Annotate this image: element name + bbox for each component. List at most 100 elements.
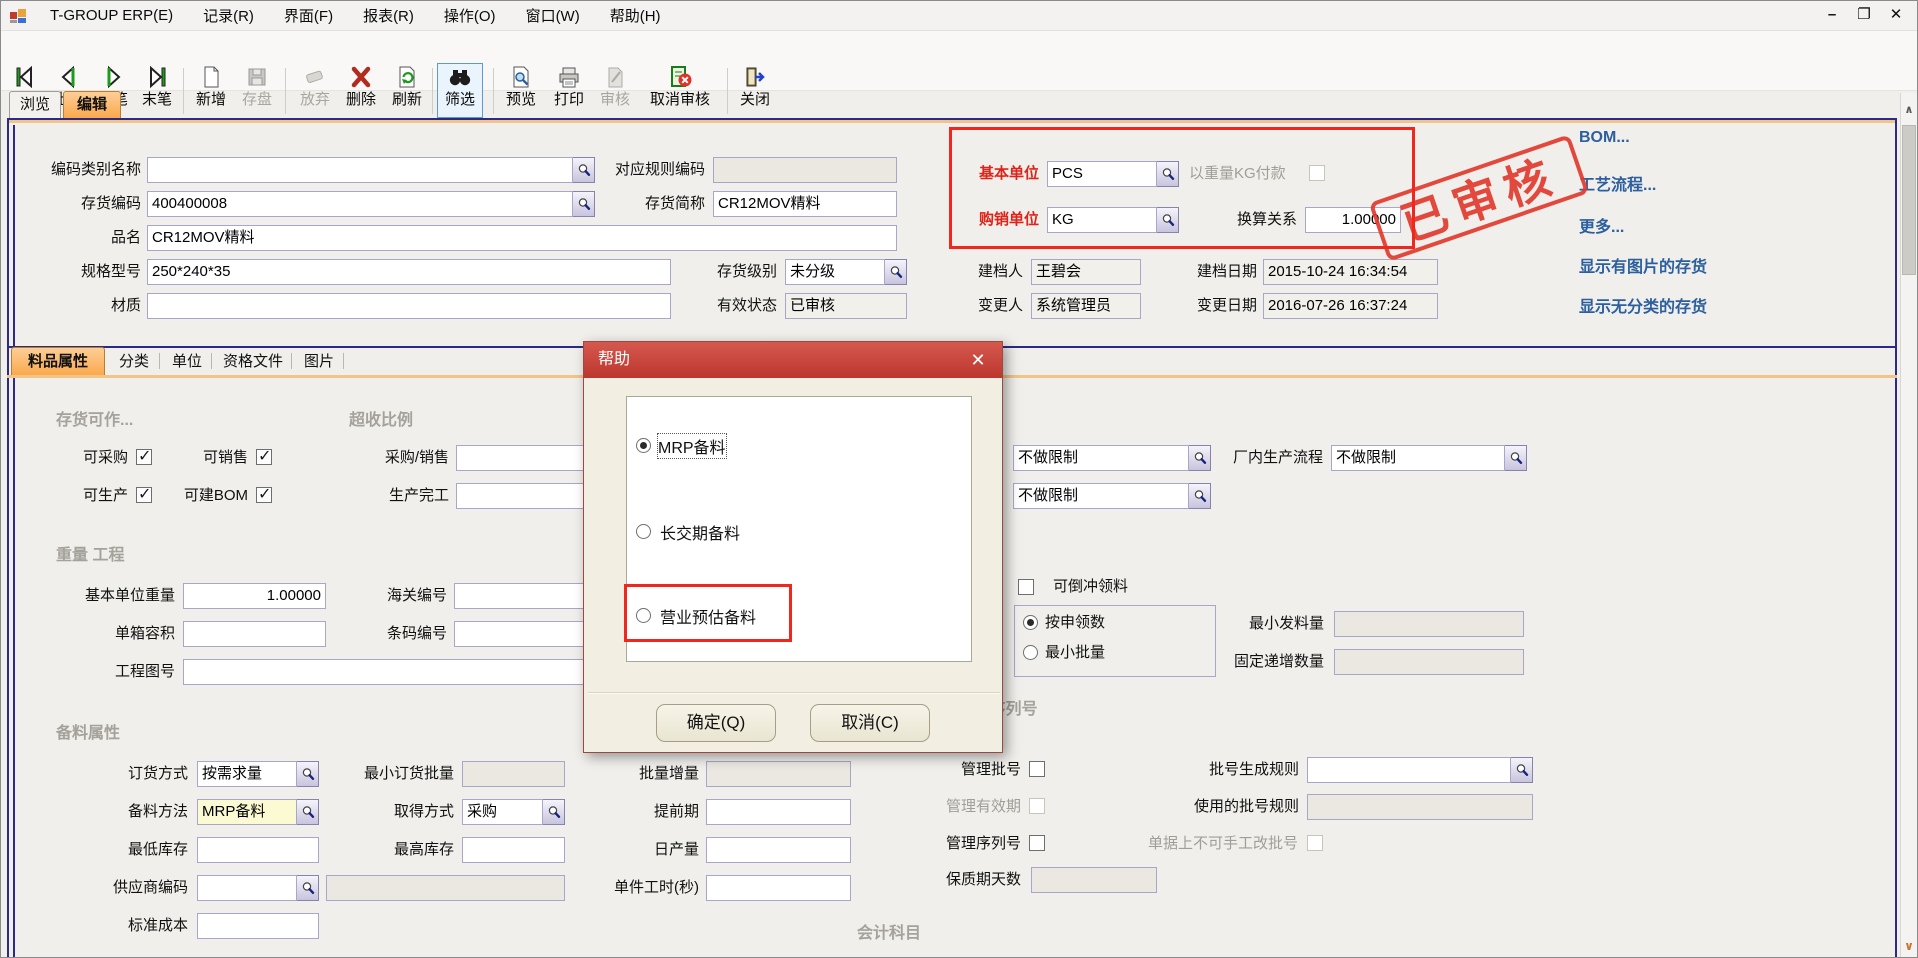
material-value[interactable] [147,293,671,319]
order-mode-value[interactable]: 按需求量 [197,761,297,787]
acquire-mode-field[interactable]: 采购 [462,799,565,825]
box-volume-value[interactable] [183,621,326,647]
new-button[interactable]: 新增 [189,64,233,119]
base-weight-field[interactable]: 1.00000 [183,583,326,609]
unit-work-time-field[interactable] [706,875,851,901]
restore-button[interactable]: ❐ [1851,3,1877,27]
product-name-value[interactable]: CR12MOV精料 [147,225,897,251]
mrp-prep-radio[interactable] [636,438,651,453]
tab-browse[interactable]: 浏览 [9,91,61,118]
mrp-prep-label[interactable]: MRP备料 [658,434,726,458]
close-form-button[interactable]: 关闭 [733,64,777,119]
cancel-audit-button[interactable]: 取消审核 [639,64,721,119]
scrollbar-thumb[interactable] [1902,125,1916,275]
daily-output-field[interactable] [706,837,851,863]
lookup-icon[interactable] [543,799,565,825]
tab-edit[interactable]: 编辑 [63,91,121,118]
factory-flow-field[interactable]: 不做限制 [1331,445,1527,471]
menu-window[interactable]: 窗口(W) [511,1,595,30]
manage-batch-checkbox[interactable] [1029,761,1045,777]
subtab-picture[interactable]: 图片 [295,348,343,376]
drawing-no-field[interactable] [183,659,611,685]
subtab-item-attr[interactable]: 料品属性 [11,347,105,375]
spec-value[interactable]: 250*240*35 [147,259,671,285]
print-button[interactable]: 打印 [547,64,591,119]
long-lead-prep-label[interactable]: 长交期备料 [660,520,740,544]
can-sell-checkbox[interactable] [256,449,272,465]
restrict-b-field[interactable]: 不做限制 [1013,483,1211,509]
lead-time-value[interactable] [706,799,851,825]
subtab-qualification[interactable]: 资格文件 [215,348,291,376]
base-unit-value[interactable]: PCS [1047,161,1157,187]
lookup-icon[interactable] [297,761,319,787]
lookup-icon[interactable] [1511,757,1533,783]
box-volume-field[interactable] [183,621,326,647]
link-process-flow[interactable]: 工艺流程... [1579,171,1656,195]
drawing-no-value[interactable] [183,659,611,685]
restrict-a-value[interactable]: 不做限制 [1013,445,1189,471]
item-code-field[interactable]: 400400008 [147,191,595,217]
item-code-value[interactable]: 400400008 [147,191,573,217]
link-show-unclassified[interactable]: 显示无分类的存货 [1579,293,1707,317]
menu-help[interactable]: 帮助(H) [595,1,676,30]
order-mode-field[interactable]: 按需求量 [197,761,319,787]
manage-serial-checkbox[interactable] [1029,835,1045,851]
subtab-unit[interactable]: 单位 [163,348,211,376]
trade-unit-field[interactable]: KG [1047,207,1179,233]
vertical-scrollbar[interactable]: ∧ ∨ [1900,93,1917,958]
item-abbr-value[interactable]: CR12MOV精料 [713,191,897,217]
lookup-icon[interactable] [573,157,595,183]
lookup-icon[interactable] [297,875,319,901]
can-produce-checkbox[interactable] [136,487,152,503]
level-value[interactable]: 未分级 [785,259,885,285]
coding-category-value[interactable] [147,157,573,183]
lookup-icon[interactable] [1505,445,1527,471]
scroll-down-icon[interactable]: ∨ [1901,937,1917,955]
menu-report[interactable]: 报表(R) [348,1,429,30]
trade-unit-value[interactable]: KG [1047,207,1157,233]
base-unit-field[interactable]: PCS [1047,161,1179,187]
delete-button[interactable]: 删除 [339,64,383,119]
spec-field[interactable]: 250*240*35 [147,259,671,285]
business-forecast-prep-radio[interactable] [636,608,651,623]
backflush-checkbox[interactable] [1018,579,1034,595]
filter-button[interactable]: 筛选 [437,63,483,118]
link-bom[interactable]: BOM... [1579,129,1630,147]
by-request-radio[interactable] [1023,615,1038,630]
factory-flow-value[interactable]: 不做限制 [1331,445,1505,471]
coding-category-field[interactable] [147,157,595,183]
restrict-a-field[interactable]: 不做限制 [1013,445,1211,471]
lookup-icon[interactable] [1189,483,1211,509]
batch-rule-field[interactable] [1307,757,1533,783]
lookup-icon[interactable] [1157,161,1179,187]
supplier-code-value[interactable] [197,875,297,901]
max-stock-value[interactable] [462,837,565,863]
menu-operate[interactable]: 操作(O) [429,1,511,30]
business-forecast-prep-label[interactable]: 营业预估备料 [660,604,756,628]
min-stock-field[interactable] [197,837,319,863]
std-cost-field[interactable] [197,913,319,939]
close-window-button[interactable]: ✕ [1883,3,1909,27]
product-name-field[interactable]: CR12MOV精料 [147,225,897,251]
min-batch-radio[interactable] [1023,645,1038,660]
lead-time-field[interactable] [706,799,851,825]
long-lead-prep-radio[interactable] [636,524,651,539]
min-stock-value[interactable] [197,837,319,863]
material-field[interactable] [147,293,671,319]
cancel-button[interactable]: 取消(C) [810,704,930,742]
preview-button[interactable]: 预览 [499,64,543,119]
can-bom-checkbox[interactable] [256,487,272,503]
last-record-button[interactable]: 末笔 [135,64,179,119]
batch-rule-value[interactable] [1307,757,1511,783]
acquire-mode-value[interactable]: 采购 [462,799,543,825]
ok-button[interactable]: 确定(Q) [656,704,776,742]
prep-method-field[interactable]: MRP备料 [197,799,319,825]
can-purchase-checkbox[interactable] [136,449,152,465]
restrict-b-value[interactable]: 不做限制 [1013,483,1189,509]
item-abbr-field[interactable]: CR12MOV精料 [713,191,897,217]
max-stock-field[interactable] [462,837,565,863]
lookup-icon[interactable] [1189,445,1211,471]
supplier-code-field[interactable] [197,875,319,901]
level-field[interactable]: 未分级 [785,259,907,285]
scroll-up-icon[interactable]: ∧ [1901,101,1917,119]
